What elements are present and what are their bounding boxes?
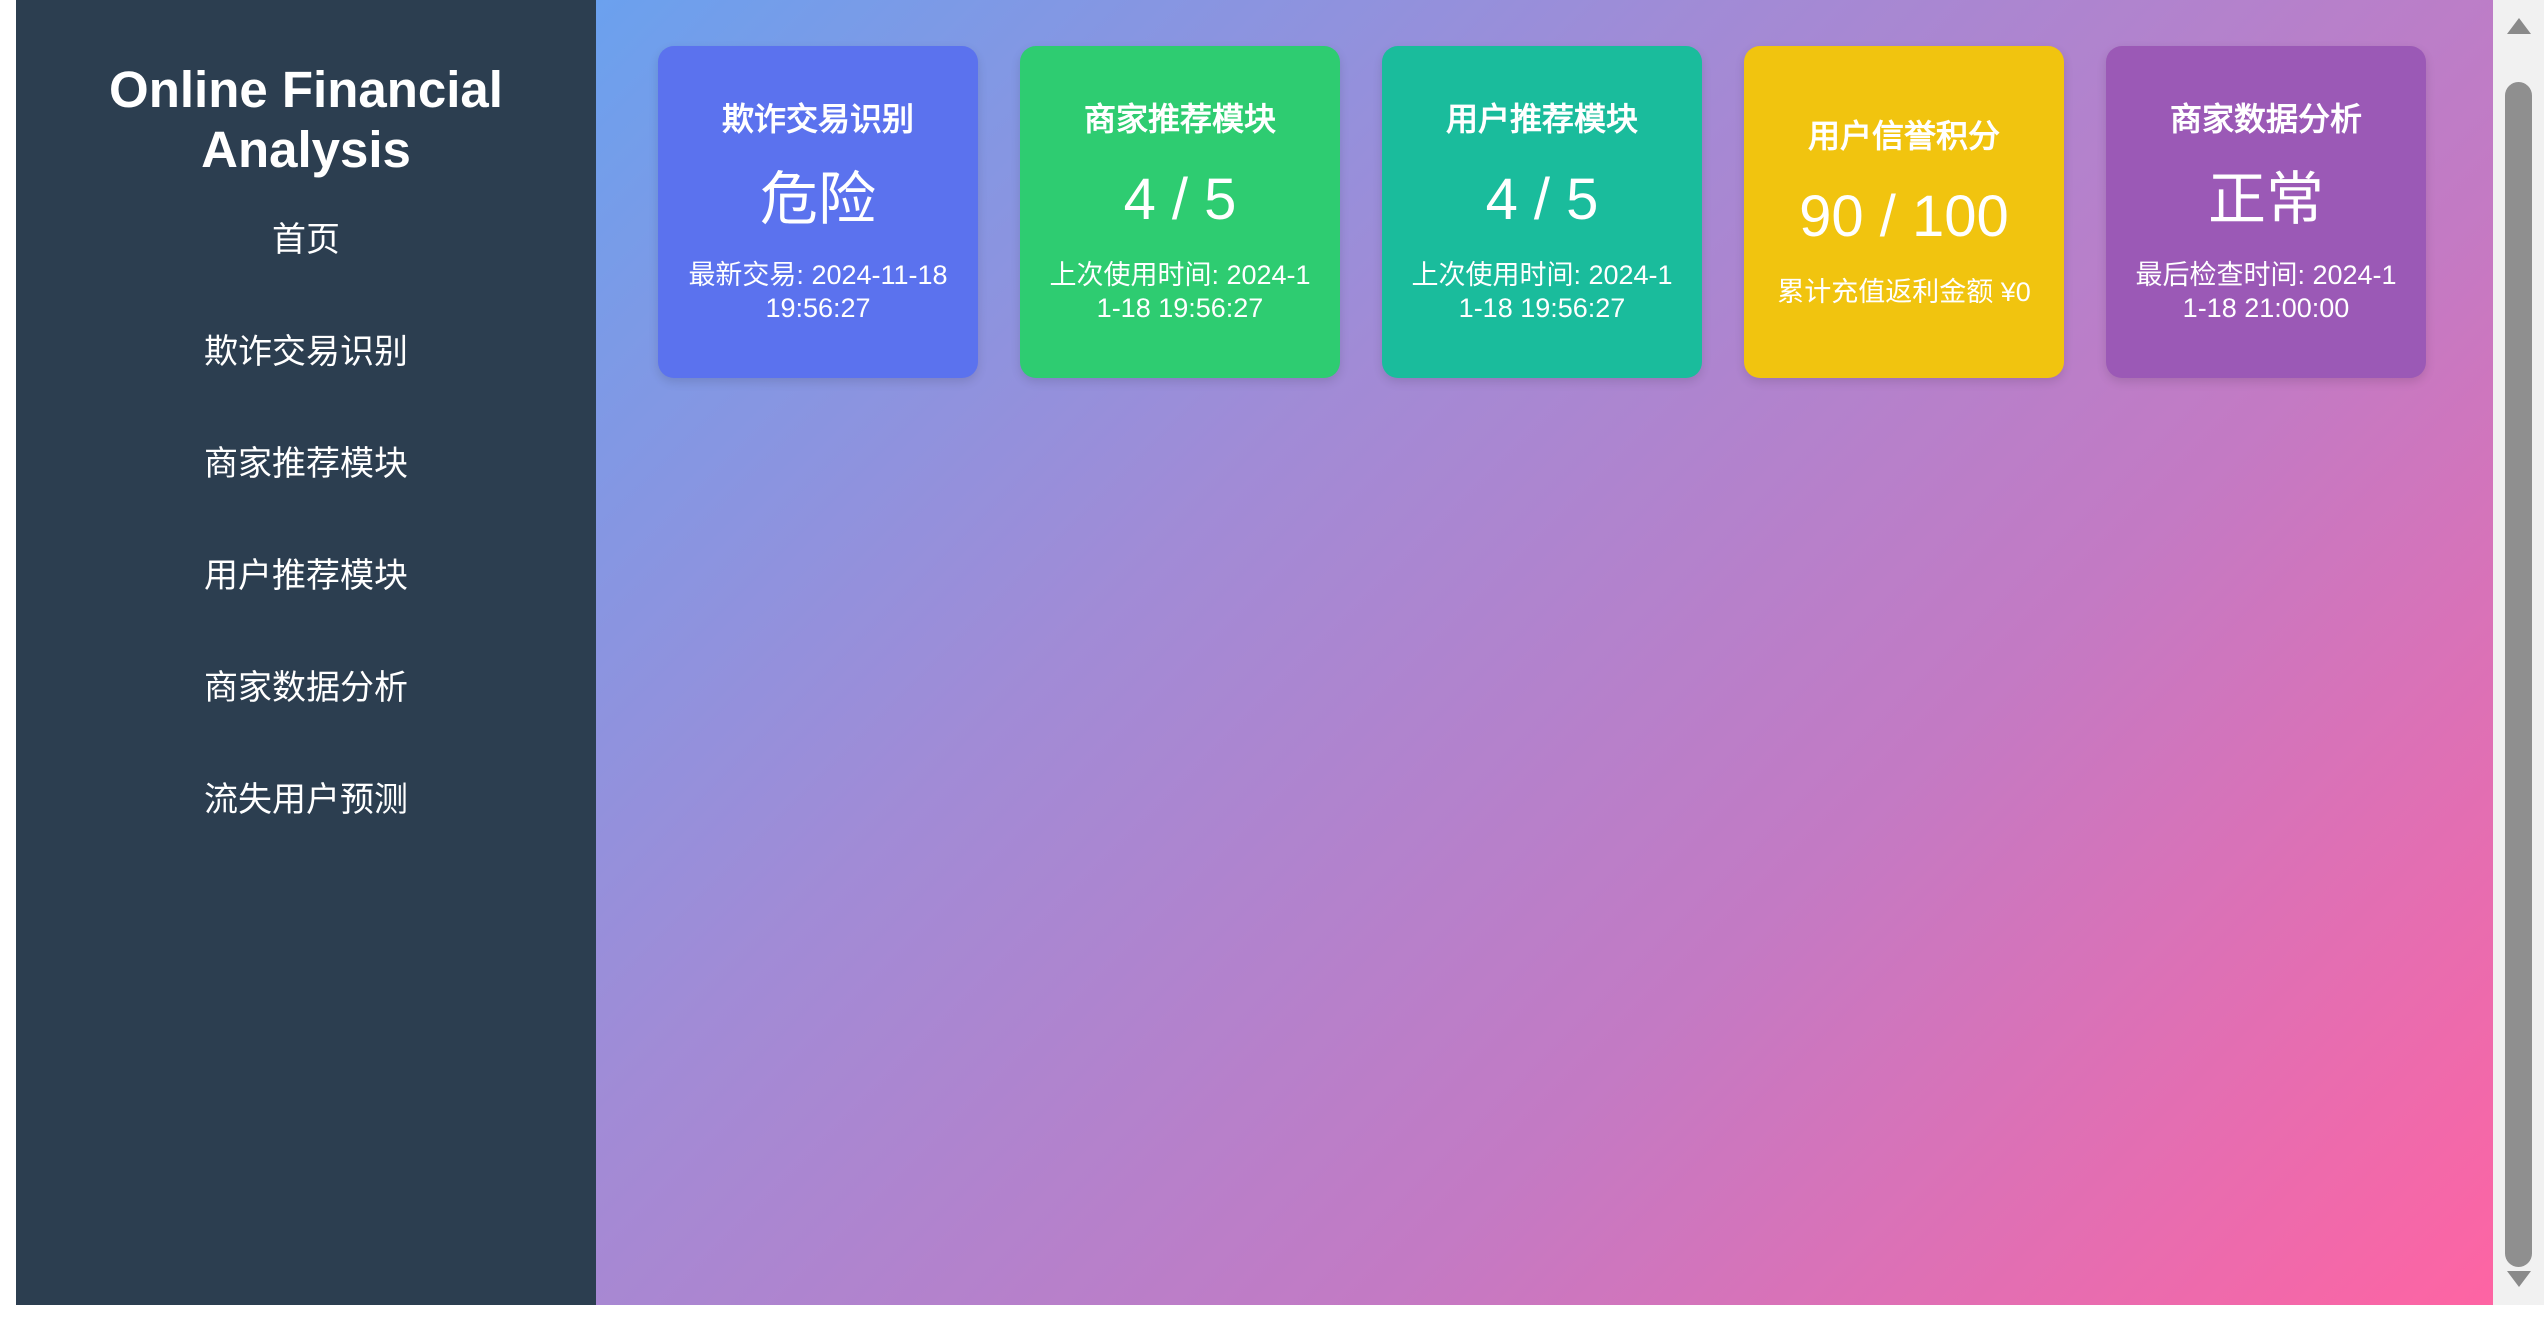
- card-merchant-analysis[interactable]: 商家数据分析 正常 最后检查时间: 2024-11-18 21:00:00: [2106, 46, 2426, 378]
- card-fraud-detection[interactable]: 欺诈交易识别 危险 最新交易: 2024-11-18 19:56:27: [658, 46, 978, 378]
- sidebar-item-merchant-recommendation[interactable]: 商家推荐模块: [204, 444, 408, 484]
- card-value: 4 / 5: [1123, 167, 1237, 232]
- app-title: Online Financial Analysis: [109, 61, 503, 178]
- main-content: 欺诈交易识别 危险 最新交易: 2024-11-18 19:56:27 商家推荐…: [596, 0, 2493, 1305]
- card-credit-score[interactable]: 用户信誉积分 90 / 100 累计充值返利金额 ¥0: [1744, 46, 2064, 378]
- card-title: 用户推荐模块: [1445, 100, 1638, 138]
- card-value: 正常: [2207, 167, 2324, 232]
- sidebar-item-user-recommendation[interactable]: 用户推荐模块: [204, 556, 408, 596]
- app-window: Online Financial Analysis 首页 欺诈交易识别 商家推荐…: [16, 0, 2493, 1305]
- sidebar: Online Financial Analysis 首页 欺诈交易识别 商家推荐…: [16, 0, 596, 1305]
- card-description: 最新交易: 2024-11-18 19:56:27: [688, 260, 948, 323]
- card-title: 欺诈交易识别: [721, 100, 914, 138]
- card-title: 用户信誉积分: [1807, 116, 2000, 155]
- card-value: 90 / 100: [1799, 183, 2009, 249]
- card-merchant-recommendation[interactable]: 商家推荐模块 4 / 5 上次使用时间: 2024-11-18 19:56:27: [1020, 46, 1340, 378]
- scrollbar-thumb[interactable]: [2505, 82, 2532, 1267]
- card-description: 最后检查时间: 2024-11-18 21:00:00: [2135, 260, 2397, 323]
- dashboard-cards: 欺诈交易识别 危险 最新交易: 2024-11-18 19:56:27 商家推荐…: [658, 46, 2426, 378]
- sidebar-item-churn-prediction[interactable]: 流失用户预测: [204, 780, 408, 820]
- scroll-up-arrow-icon[interactable]: [2506, 18, 2531, 34]
- card-description: 上次使用时间: 2024-11-18 19:56:27: [1411, 260, 1673, 323]
- card-title: 商家推荐模块: [1083, 100, 1276, 138]
- card-description: 累计充值返利金额 ¥0: [1777, 276, 2031, 307]
- bottom-edge: [0, 1305, 2544, 1323]
- scroll-down-arrow-icon[interactable]: [2506, 1271, 2531, 1287]
- card-value: 危险: [759, 167, 876, 232]
- card-description: 上次使用时间: 2024-11-18 19:56:27: [1049, 260, 1311, 323]
- card-user-recommendation[interactable]: 用户推荐模块 4 / 5 上次使用时间: 2024-11-18 19:56:27: [1382, 46, 1702, 378]
- card-value: 4 / 5: [1485, 167, 1599, 232]
- sidebar-item-fraud-detection[interactable]: 欺诈交易识别: [204, 332, 408, 372]
- sidebar-item-merchant-analysis[interactable]: 商家数据分析: [204, 668, 408, 708]
- vertical-scrollbar[interactable]: [2493, 0, 2544, 1305]
- card-title: 商家数据分析: [2169, 100, 2362, 138]
- sidebar-nav: 首页 欺诈交易识别 商家推荐模块 用户推荐模块 商家数据分析 流失用户预测: [16, 220, 596, 892]
- sidebar-item-home[interactable]: 首页: [272, 220, 340, 260]
